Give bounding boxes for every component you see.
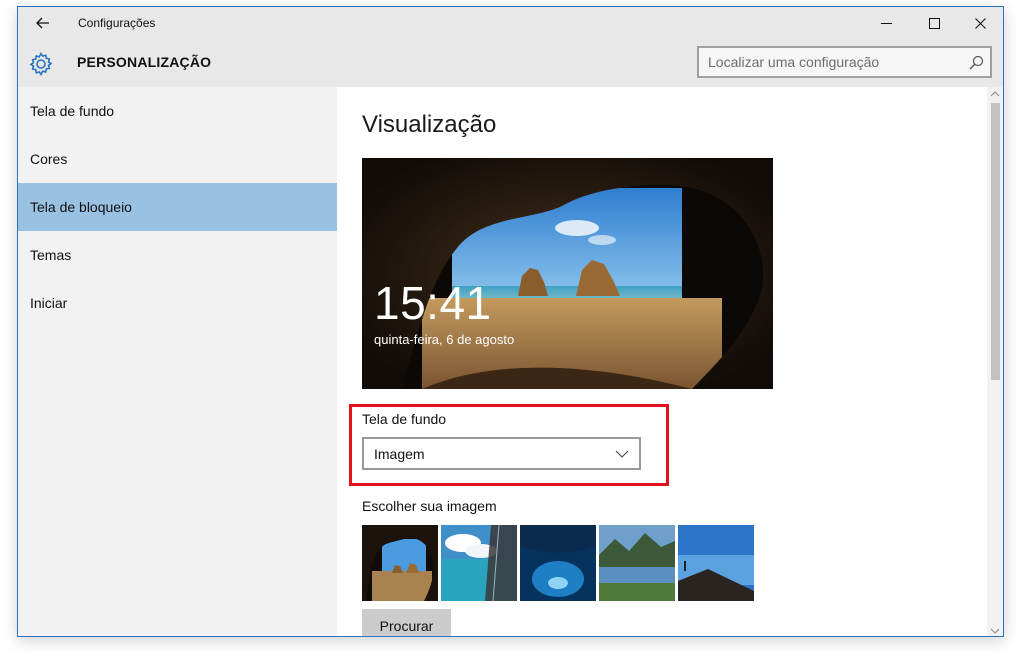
scrollbar-thumb[interactable]	[991, 103, 1000, 380]
browse-button[interactable]: Procurar	[362, 609, 451, 636]
gear-icon	[29, 51, 53, 77]
section-heading: Visualização	[362, 111, 497, 138]
sidebar-item-label: Temas	[30, 247, 72, 263]
lock-screen-preview: 15:41 quinta-feira, 6 de agosto	[362, 158, 773, 389]
sidebar-item-cores[interactable]: Cores	[18, 135, 337, 183]
chevron-up-icon[interactable]	[990, 89, 1000, 99]
sidebar-item-tela-de-bloqueio[interactable]: Tela de bloqueio	[18, 183, 337, 231]
preview-time: 15:41	[374, 277, 492, 329]
settings-header: PERSONALIZAÇÃO	[18, 39, 1003, 87]
background-dropdown[interactable]: Imagem	[362, 437, 641, 470]
close-button[interactable]	[957, 7, 1003, 39]
maximize-button[interactable]	[911, 7, 957, 39]
sidebar-item-tela-de-fundo[interactable]: Tela de fundo	[18, 87, 337, 135]
page-title: PERSONALIZAÇÃO	[77, 54, 212, 70]
sidebar-item-iniciar[interactable]: Iniciar	[18, 279, 337, 327]
preview-date: quinta-feira, 6 de agosto	[374, 332, 515, 347]
close-icon	[974, 17, 986, 29]
back-arrow-icon	[36, 17, 49, 29]
image-thumbnail-ice-cave[interactable]	[520, 525, 596, 601]
background-label: Tela de fundo	[362, 411, 447, 427]
scrollbar[interactable]	[987, 87, 1003, 636]
choose-image-label: Escolher sua imagem	[362, 498, 497, 514]
sidebar-item-temas[interactable]: Temas	[18, 231, 337, 279]
minimize-icon	[880, 22, 892, 24]
chevron-down-icon	[615, 450, 629, 458]
back-button[interactable]	[26, 7, 60, 39]
image-thumbnail-coast-sky[interactable]	[678, 525, 754, 601]
sidebar-item-label: Tela de bloqueio	[30, 199, 132, 215]
preview-image	[362, 158, 773, 389]
image-thumbnail-mountain-lake[interactable]	[599, 525, 675, 601]
image-thumbnail-window[interactable]	[441, 525, 517, 601]
main-content: Visualização 15:41 quinta-feira, 6 de ag…	[337, 87, 1003, 636]
image-thumbnail-cave[interactable]	[362, 525, 438, 601]
window-title: Configurações	[78, 16, 156, 30]
maximize-icon	[928, 17, 940, 29]
chevron-down-small-icon[interactable]	[990, 626, 1000, 636]
search-box[interactable]	[697, 46, 992, 78]
sidebar-item-label: Cores	[30, 151, 68, 167]
background-dropdown-value: Imagem	[374, 445, 425, 462]
search-icon[interactable]	[969, 55, 984, 70]
minimize-button[interactable]	[863, 7, 909, 39]
sidebar: Tela de fundo Cores Tela de bloqueio Tem…	[18, 87, 337, 636]
title-bar: Configurações	[18, 7, 1003, 39]
settings-window: Configurações PERSONALIZAÇÃO Localizar u…	[17, 6, 1004, 637]
search-input[interactable]	[699, 48, 957, 76]
sidebar-item-label: Iniciar	[30, 295, 68, 311]
sidebar-item-label: Tela de fundo	[30, 103, 115, 119]
